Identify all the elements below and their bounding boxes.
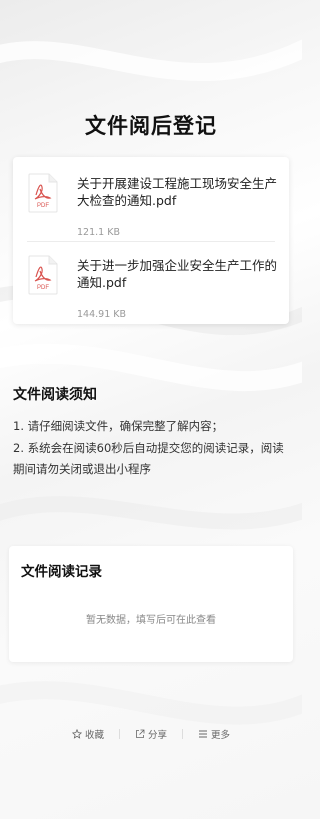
- share-label: 分享: [147, 730, 167, 741]
- page-title: 文件阅后登记: [85, 114, 217, 138]
- star-icon: [71, 729, 82, 739]
- menu-icon: [199, 730, 207, 738]
- records-empty-text: 暂无数据，填写后可在此查看: [86, 615, 216, 626]
- pdf-icon-label: PDF: [37, 203, 49, 209]
- reading-records-card: 文件阅读记录 暂无数据，填写后可在此查看: [9, 546, 293, 662]
- footer-bar: 收藏 分享 更多: [0, 727, 302, 741]
- pdf-icon-label: PDF: [37, 285, 49, 291]
- file-list-card: PDF 关于开展建设工程施工现场安全生产大检查的通知.pdf 121.1 KB …: [13, 157, 289, 324]
- file-size: 144.91 KB: [77, 309, 127, 320]
- file-divider: [27, 241, 275, 242]
- notice-title: 文件阅读须知: [13, 387, 97, 403]
- notice-item: 2. 系统会在阅读60秒后自动提交您的阅读记录，阅读期间请勿关闭或退出小程序: [13, 441, 284, 476]
- more-label: 更多: [211, 730, 231, 741]
- file-item[interactable]: PDF 关于开展建设工程施工现场安全生产大检查的通知.pdf 121.1 KB: [27, 171, 277, 241]
- share-icon: [136, 729, 145, 738]
- file-item[interactable]: PDF 关于进一步加强企业安全生产工作的通知.pdf 144.91 KB: [27, 253, 277, 323]
- pdf-icon: PDF: [28, 255, 58, 295]
- favorite-button[interactable]: 收藏: [57, 727, 119, 741]
- favorite-label: 收藏: [84, 730, 104, 741]
- file-size: 121.1 KB: [77, 227, 120, 238]
- notice-item: 1. 请仔细阅读文件，确保完整了解内容；: [13, 419, 224, 433]
- records-title: 文件阅读记录: [21, 564, 102, 580]
- file-name[interactable]: 关于开展建设工程施工现场安全生产大检查的通知.pdf: [77, 175, 277, 209]
- file-name[interactable]: 关于进一步加强企业安全生产工作的通知.pdf: [77, 257, 277, 291]
- more-button[interactable]: 更多: [183, 727, 245, 741]
- share-button[interactable]: 分享: [120, 727, 182, 741]
- pdf-icon: PDF: [28, 173, 58, 213]
